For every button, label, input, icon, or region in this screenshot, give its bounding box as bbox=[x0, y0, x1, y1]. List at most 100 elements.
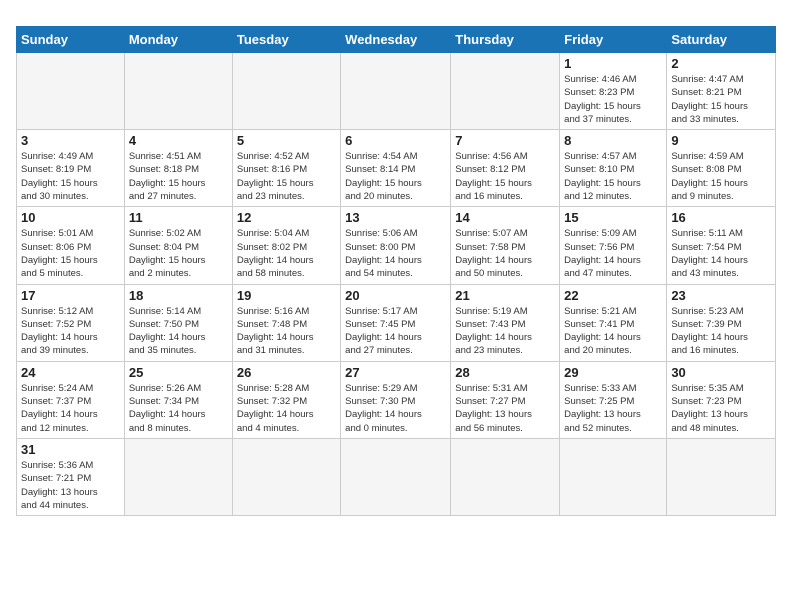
day-info: Sunrise: 4:57 AM Sunset: 8:10 PM Dayligh… bbox=[564, 150, 662, 203]
week-row-3: 10 Sunrise: 5:01 AM Sunset: 8:06 PM Dayli… bbox=[17, 207, 776, 284]
calendar-cell: 16 Sunrise: 5:11 AM Sunset: 7:54 PM Dayli… bbox=[667, 207, 776, 284]
calendar-cell: 31 Sunrise: 5:36 AM Sunset: 7:21 PM Dayli… bbox=[17, 438, 125, 515]
calendar-cell: 4Sunrise: 4:51 AM Sunset: 8:18 PM Daylig… bbox=[124, 130, 232, 207]
calendar-cell bbox=[560, 438, 667, 515]
calendar-cell bbox=[232, 438, 340, 515]
calendar-cell: 6Sunrise: 4:54 AM Sunset: 8:14 PM Daylig… bbox=[341, 130, 451, 207]
day-info: Sunrise: 5:26 AM Sunset: 7:34 PM Dayligh… bbox=[129, 382, 228, 435]
calendar-cell: 7Sunrise: 4:56 AM Sunset: 8:12 PM Daylig… bbox=[451, 130, 560, 207]
day-info: Sunrise: 5:24 AM Sunset: 7:37 PM Dayligh… bbox=[21, 382, 120, 435]
weekday-header-wednesday: Wednesday bbox=[341, 27, 451, 53]
day-info: Sunrise: 5:06 AM Sunset: 8:00 PM Dayligh… bbox=[345, 227, 446, 280]
day-number: 19 bbox=[237, 288, 336, 303]
day-number: 7 bbox=[455, 133, 555, 148]
calendar-cell bbox=[232, 53, 340, 130]
day-info: Sunrise: 5:29 AM Sunset: 7:30 PM Dayligh… bbox=[345, 382, 446, 435]
calendar-cell bbox=[341, 438, 451, 515]
calendar-cell: 17 Sunrise: 5:12 AM Sunset: 7:52 PM Dayli… bbox=[17, 284, 125, 361]
day-info: Sunrise: 5:28 AM Sunset: 7:32 PM Dayligh… bbox=[237, 382, 336, 435]
calendar-cell bbox=[124, 53, 232, 130]
calendar-cell: 23Sunrise: 5:23 AM Sunset: 7:39 PM Dayli… bbox=[667, 284, 776, 361]
calendar-cell: 15Sunrise: 5:09 AM Sunset: 7:56 PM Dayli… bbox=[560, 207, 667, 284]
day-number: 31 bbox=[21, 442, 120, 457]
day-number: 4 bbox=[129, 133, 228, 148]
weekday-header-saturday: Saturday bbox=[667, 27, 776, 53]
day-number: 14 bbox=[455, 210, 555, 225]
day-info: Sunrise: 5:07 AM Sunset: 7:58 PM Dayligh… bbox=[455, 227, 555, 280]
day-info: Sunrise: 5:02 AM Sunset: 8:04 PM Dayligh… bbox=[129, 227, 228, 280]
week-row-6: 31 Sunrise: 5:36 AM Sunset: 7:21 PM Dayli… bbox=[17, 438, 776, 515]
day-info: Sunrise: 5:35 AM Sunset: 7:23 PM Dayligh… bbox=[671, 382, 771, 435]
calendar-cell: 3Sunrise: 4:49 AM Sunset: 8:19 PM Daylig… bbox=[17, 130, 125, 207]
day-number: 28 bbox=[455, 365, 555, 380]
calendar-cell: 13 Sunrise: 5:06 AM Sunset: 8:00 PM Dayli… bbox=[341, 207, 451, 284]
day-number: 18 bbox=[129, 288, 228, 303]
day-info: Sunrise: 5:01 AM Sunset: 8:06 PM Dayligh… bbox=[21, 227, 120, 280]
calendar-cell: 29Sunrise: 5:33 AM Sunset: 7:25 PM Dayli… bbox=[560, 361, 667, 438]
day-number: 13 bbox=[345, 210, 446, 225]
page: General Blue SundayMondayTuesdayWednesda… bbox=[0, 0, 792, 612]
weekday-header-sunday: Sunday bbox=[17, 27, 125, 53]
day-number: 21 bbox=[455, 288, 555, 303]
day-info: Sunrise: 4:49 AM Sunset: 8:19 PM Dayligh… bbox=[21, 150, 120, 203]
day-info: Sunrise: 5:19 AM Sunset: 7:43 PM Dayligh… bbox=[455, 305, 555, 358]
day-number: 17 bbox=[21, 288, 120, 303]
calendar-cell: 8Sunrise: 4:57 AM Sunset: 8:10 PM Daylig… bbox=[560, 130, 667, 207]
day-number: 12 bbox=[237, 210, 336, 225]
day-number: 9 bbox=[671, 133, 771, 148]
calendar-cell: 9 Sunrise: 4:59 AM Sunset: 8:08 PM Daylig… bbox=[667, 130, 776, 207]
day-info: Sunrise: 5:09 AM Sunset: 7:56 PM Dayligh… bbox=[564, 227, 662, 280]
day-info: Sunrise: 5:04 AM Sunset: 8:02 PM Dayligh… bbox=[237, 227, 336, 280]
calendar-cell: 1 Sunrise: 4:46 AM Sunset: 8:23 PM Daylig… bbox=[560, 53, 667, 130]
day-info: Sunrise: 5:31 AM Sunset: 7:27 PM Dayligh… bbox=[455, 382, 555, 435]
day-number: 30 bbox=[671, 365, 771, 380]
calendar-cell: 26 Sunrise: 5:28 AM Sunset: 7:32 PM Dayli… bbox=[232, 361, 340, 438]
calendar-cell: 28 Sunrise: 5:31 AM Sunset: 7:27 PM Dayli… bbox=[451, 361, 560, 438]
calendar-cell bbox=[451, 53, 560, 130]
calendar-cell: 5 Sunrise: 4:52 AM Sunset: 8:16 PM Daylig… bbox=[232, 130, 340, 207]
day-info: Sunrise: 5:23 AM Sunset: 7:39 PM Dayligh… bbox=[671, 305, 771, 358]
calendar-cell: 18 Sunrise: 5:14 AM Sunset: 7:50 PM Dayli… bbox=[124, 284, 232, 361]
day-number: 29 bbox=[564, 365, 662, 380]
day-number: 2 bbox=[671, 56, 771, 71]
calendar-cell bbox=[667, 438, 776, 515]
day-number: 1 bbox=[564, 56, 662, 71]
calendar-cell: 14 Sunrise: 5:07 AM Sunset: 7:58 PM Dayli… bbox=[451, 207, 560, 284]
calendar-cell: 21 Sunrise: 5:19 AM Sunset: 7:43 PM Dayli… bbox=[451, 284, 560, 361]
calendar-cell: 20Sunrise: 5:17 AM Sunset: 7:45 PM Dayli… bbox=[341, 284, 451, 361]
day-number: 6 bbox=[345, 133, 446, 148]
calendar-cell: 10 Sunrise: 5:01 AM Sunset: 8:06 PM Dayli… bbox=[17, 207, 125, 284]
day-number: 10 bbox=[21, 210, 120, 225]
weekday-header-monday: Monday bbox=[124, 27, 232, 53]
calendar-cell: 19 Sunrise: 5:16 AM Sunset: 7:48 PM Dayli… bbox=[232, 284, 340, 361]
day-info: Sunrise: 5:11 AM Sunset: 7:54 PM Dayligh… bbox=[671, 227, 771, 280]
day-number: 26 bbox=[237, 365, 336, 380]
day-number: 25 bbox=[129, 365, 228, 380]
day-number: 11 bbox=[129, 210, 228, 225]
day-info: Sunrise: 4:47 AM Sunset: 8:21 PM Dayligh… bbox=[671, 73, 771, 126]
day-info: Sunrise: 5:17 AM Sunset: 7:45 PM Dayligh… bbox=[345, 305, 446, 358]
calendar-cell: 11 Sunrise: 5:02 AM Sunset: 8:04 PM Dayli… bbox=[124, 207, 232, 284]
day-number: 27 bbox=[345, 365, 446, 380]
day-number: 5 bbox=[237, 133, 336, 148]
week-row-4: 17 Sunrise: 5:12 AM Sunset: 7:52 PM Dayli… bbox=[17, 284, 776, 361]
day-info: Sunrise: 5:14 AM Sunset: 7:50 PM Dayligh… bbox=[129, 305, 228, 358]
day-number: 16 bbox=[671, 210, 771, 225]
day-info: Sunrise: 5:36 AM Sunset: 7:21 PM Dayligh… bbox=[21, 459, 120, 512]
week-row-2: 3Sunrise: 4:49 AM Sunset: 8:19 PM Daylig… bbox=[17, 130, 776, 207]
weekday-header-friday: Friday bbox=[560, 27, 667, 53]
weekday-header-thursday: Thursday bbox=[451, 27, 560, 53]
day-number: 24 bbox=[21, 365, 120, 380]
day-info: Sunrise: 4:59 AM Sunset: 8:08 PM Dayligh… bbox=[671, 150, 771, 203]
day-info: Sunrise: 5:12 AM Sunset: 7:52 PM Dayligh… bbox=[21, 305, 120, 358]
day-number: 22 bbox=[564, 288, 662, 303]
weekday-header-tuesday: Tuesday bbox=[232, 27, 340, 53]
calendar-cell: 2 Sunrise: 4:47 AM Sunset: 8:21 PM Daylig… bbox=[667, 53, 776, 130]
calendar-cell: 25 Sunrise: 5:26 AM Sunset: 7:34 PM Dayli… bbox=[124, 361, 232, 438]
week-row-5: 24 Sunrise: 5:24 AM Sunset: 7:37 PM Dayli… bbox=[17, 361, 776, 438]
day-info: Sunrise: 4:52 AM Sunset: 8:16 PM Dayligh… bbox=[237, 150, 336, 203]
calendar-cell: 24 Sunrise: 5:24 AM Sunset: 7:37 PM Dayli… bbox=[17, 361, 125, 438]
day-info: Sunrise: 5:16 AM Sunset: 7:48 PM Dayligh… bbox=[237, 305, 336, 358]
calendar-cell bbox=[124, 438, 232, 515]
day-info: Sunrise: 4:46 AM Sunset: 8:23 PM Dayligh… bbox=[564, 73, 662, 126]
